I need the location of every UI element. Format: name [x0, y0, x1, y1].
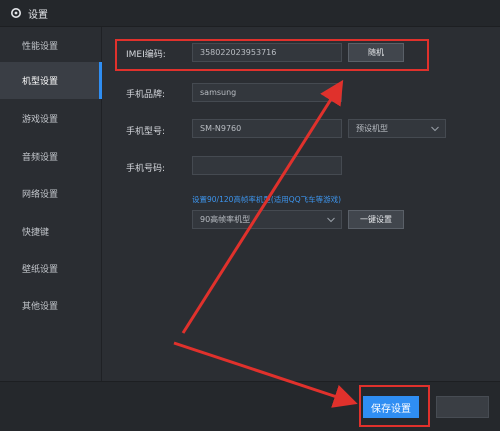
sidebar-item-shortcuts[interactable]: 快捷键: [0, 213, 102, 250]
chevron-down-icon: [327, 217, 335, 222]
sidebar-item-wallpaper[interactable]: 壁纸设置: [0, 250, 102, 287]
sidebar-item-device-model[interactable]: 机型设置: [0, 62, 102, 99]
phone-input[interactable]: [192, 156, 342, 175]
imei-input[interactable]: 358022023953716: [192, 43, 342, 62]
model-label: 手机型号:: [126, 127, 166, 137]
sidebar-item-audio[interactable]: 音频设置: [0, 138, 102, 175]
brand-input[interactable]: samsung: [192, 83, 342, 102]
sidebar-item-network[interactable]: 网络设置: [0, 175, 102, 212]
high-fps-hint: 设置90/120高帧率机型(适用QQ飞车等游戏): [192, 195, 342, 204]
brand-label: 手机品牌:: [126, 90, 166, 100]
one-click-setup-button[interactable]: 一键设置: [348, 210, 404, 229]
imei-label: IMEI编码:: [126, 50, 166, 60]
random-imei-button[interactable]: 随机: [348, 43, 404, 62]
gear-icon: [11, 8, 21, 18]
sidebar-item-other[interactable]: 其他设置: [0, 287, 102, 324]
preset-model-select[interactable]: 预设机型: [348, 119, 446, 138]
phone-label: 手机号码:: [126, 164, 166, 174]
chevron-down-icon: [431, 126, 439, 131]
sidebar-item-game[interactable]: 游戏设置: [0, 100, 102, 137]
high-fps-model-select[interactable]: 90高帧率机型: [192, 210, 342, 229]
save-settings-button[interactable]: 保存设置: [363, 396, 419, 418]
window-title: 设置: [28, 9, 48, 21]
sidebar-item-performance[interactable]: 性能设置: [0, 27, 102, 64]
secondary-button[interactable]: [436, 396, 489, 418]
high-fps-selected: 90高帧率机型: [200, 215, 251, 224]
model-input[interactable]: SM-N9760: [192, 119, 342, 138]
footer-bar: [0, 381, 500, 431]
preset-model-placeholder: 预设机型: [356, 124, 388, 133]
title-bar: 设置: [0, 0, 500, 27]
sidebar: 性能设置 机型设置 游戏设置 音频设置 网络设置 快捷键 壁纸设置 其他设置: [0, 27, 102, 381]
